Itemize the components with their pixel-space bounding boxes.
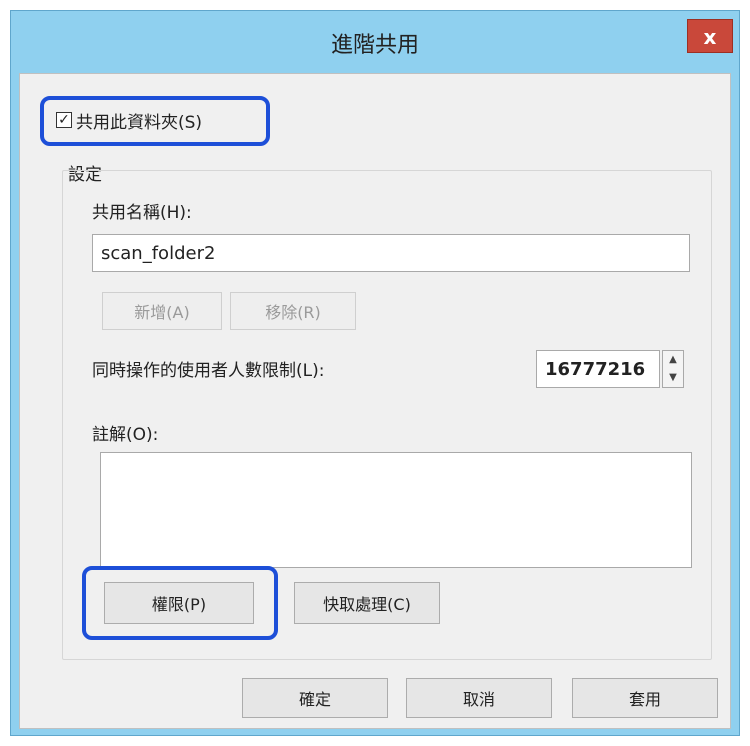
share-name-label: 共用名稱(H): — [92, 203, 192, 223]
title-bar[interactable]: 進階共用 x — [11, 11, 739, 71]
permissions-button[interactable]: 權限(P) — [104, 582, 254, 624]
advanced-sharing-dialog: 進階共用 x ✓ 共用此資料夾(S) 設定 共用名稱(H): scan_fold… — [10, 10, 740, 736]
user-limit-input[interactable]: 16777216 — [536, 350, 660, 388]
comment-label: 註解(O): — [92, 425, 159, 445]
remove-button[interactable]: 移除(R) — [230, 292, 356, 330]
dialog-title: 進階共用 — [330, 33, 419, 58]
spin-down-icon[interactable]: ▼ — [663, 369, 683, 387]
user-limit-label: 同時操作的使用者人數限制(L): — [92, 361, 325, 381]
cancel-button[interactable]: 取消 — [406, 678, 552, 718]
spin-up-icon[interactable]: ▲ — [663, 351, 683, 369]
share-name-value: scan_folder2 — [101, 242, 216, 264]
user-limit-value: 16777216 — [545, 358, 646, 380]
share-folder-label[interactable]: 共用此資料夾(S) — [76, 108, 202, 133]
dialog-body: ✓ 共用此資料夾(S) 設定 共用名稱(H): scan_folder2 新增(… — [19, 73, 731, 729]
caching-button[interactable]: 快取處理(C) — [294, 582, 440, 624]
share-name-input[interactable]: scan_folder2 — [92, 234, 690, 272]
add-button[interactable]: 新增(A) — [102, 292, 222, 330]
apply-button[interactable]: 套用 — [572, 678, 718, 718]
close-button[interactable]: x — [687, 19, 733, 53]
share-folder-checkbox[interactable]: ✓ — [56, 112, 72, 128]
user-limit-spinner[interactable]: ▲ ▼ — [662, 350, 684, 388]
ok-button[interactable]: 確定 — [242, 678, 388, 718]
comment-textarea[interactable] — [100, 452, 692, 568]
